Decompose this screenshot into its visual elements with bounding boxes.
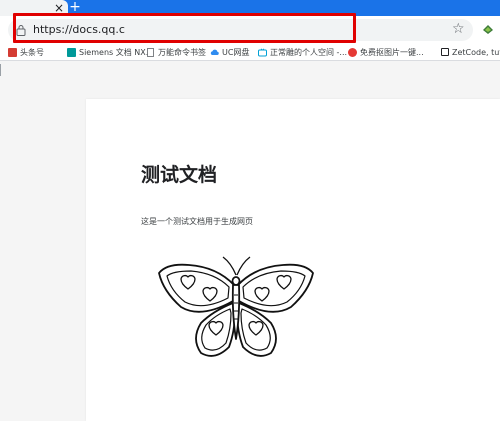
bookmark-label: Siemens 文档 NX... bbox=[79, 47, 154, 57]
toutiao-icon bbox=[8, 47, 17, 57]
bookmark-toutiao[interactable]: 头条号 bbox=[8, 44, 44, 60]
siemens-icon bbox=[67, 47, 76, 57]
tv-icon bbox=[258, 47, 267, 56]
bookmark-cutout[interactable]: 免费抠图片一键... bbox=[348, 44, 424, 60]
bookmark-label: 万能命令书签 bbox=[158, 47, 206, 57]
butterfly-illustration bbox=[158, 256, 314, 357]
bookmark-label: 正常雕的个人空间 -... bbox=[270, 47, 348, 57]
bookmark-zetcode[interactable]: ZetCode, tutori bbox=[441, 44, 500, 60]
bookmark-label: ZetCode, tutori bbox=[452, 47, 500, 57]
bookmark-label: UC网盘 bbox=[222, 47, 250, 57]
bookmark-label: 免费抠图片一键... bbox=[360, 47, 424, 57]
address-highlight-box bbox=[13, 13, 356, 43]
extension-icon[interactable] bbox=[481, 22, 495, 36]
document-icon bbox=[147, 47, 154, 57]
bookmark-star-icon[interactable]: ☆ bbox=[452, 21, 465, 37]
bookmark-personal-space[interactable]: 正常雕的个人空间 -... bbox=[258, 44, 347, 60]
bookmark-siemens[interactable]: Siemens 文档 NX... bbox=[67, 44, 153, 60]
square-icon bbox=[441, 48, 449, 56]
bookmark-commands[interactable]: 万能命令书签 bbox=[146, 44, 206, 60]
document-body-text: 这是一个测试文档用于生成网页 bbox=[141, 217, 253, 226]
bookmark-uc-drive[interactable]: UC网盘 bbox=[210, 44, 249, 60]
scissors-icon bbox=[348, 47, 357, 57]
side-panel-icon[interactable] bbox=[0, 64, 5, 76]
bookmark-label: 头条号 bbox=[20, 47, 44, 57]
cloud-icon bbox=[210, 49, 219, 55]
document-title: 测试文档 bbox=[141, 164, 218, 186]
